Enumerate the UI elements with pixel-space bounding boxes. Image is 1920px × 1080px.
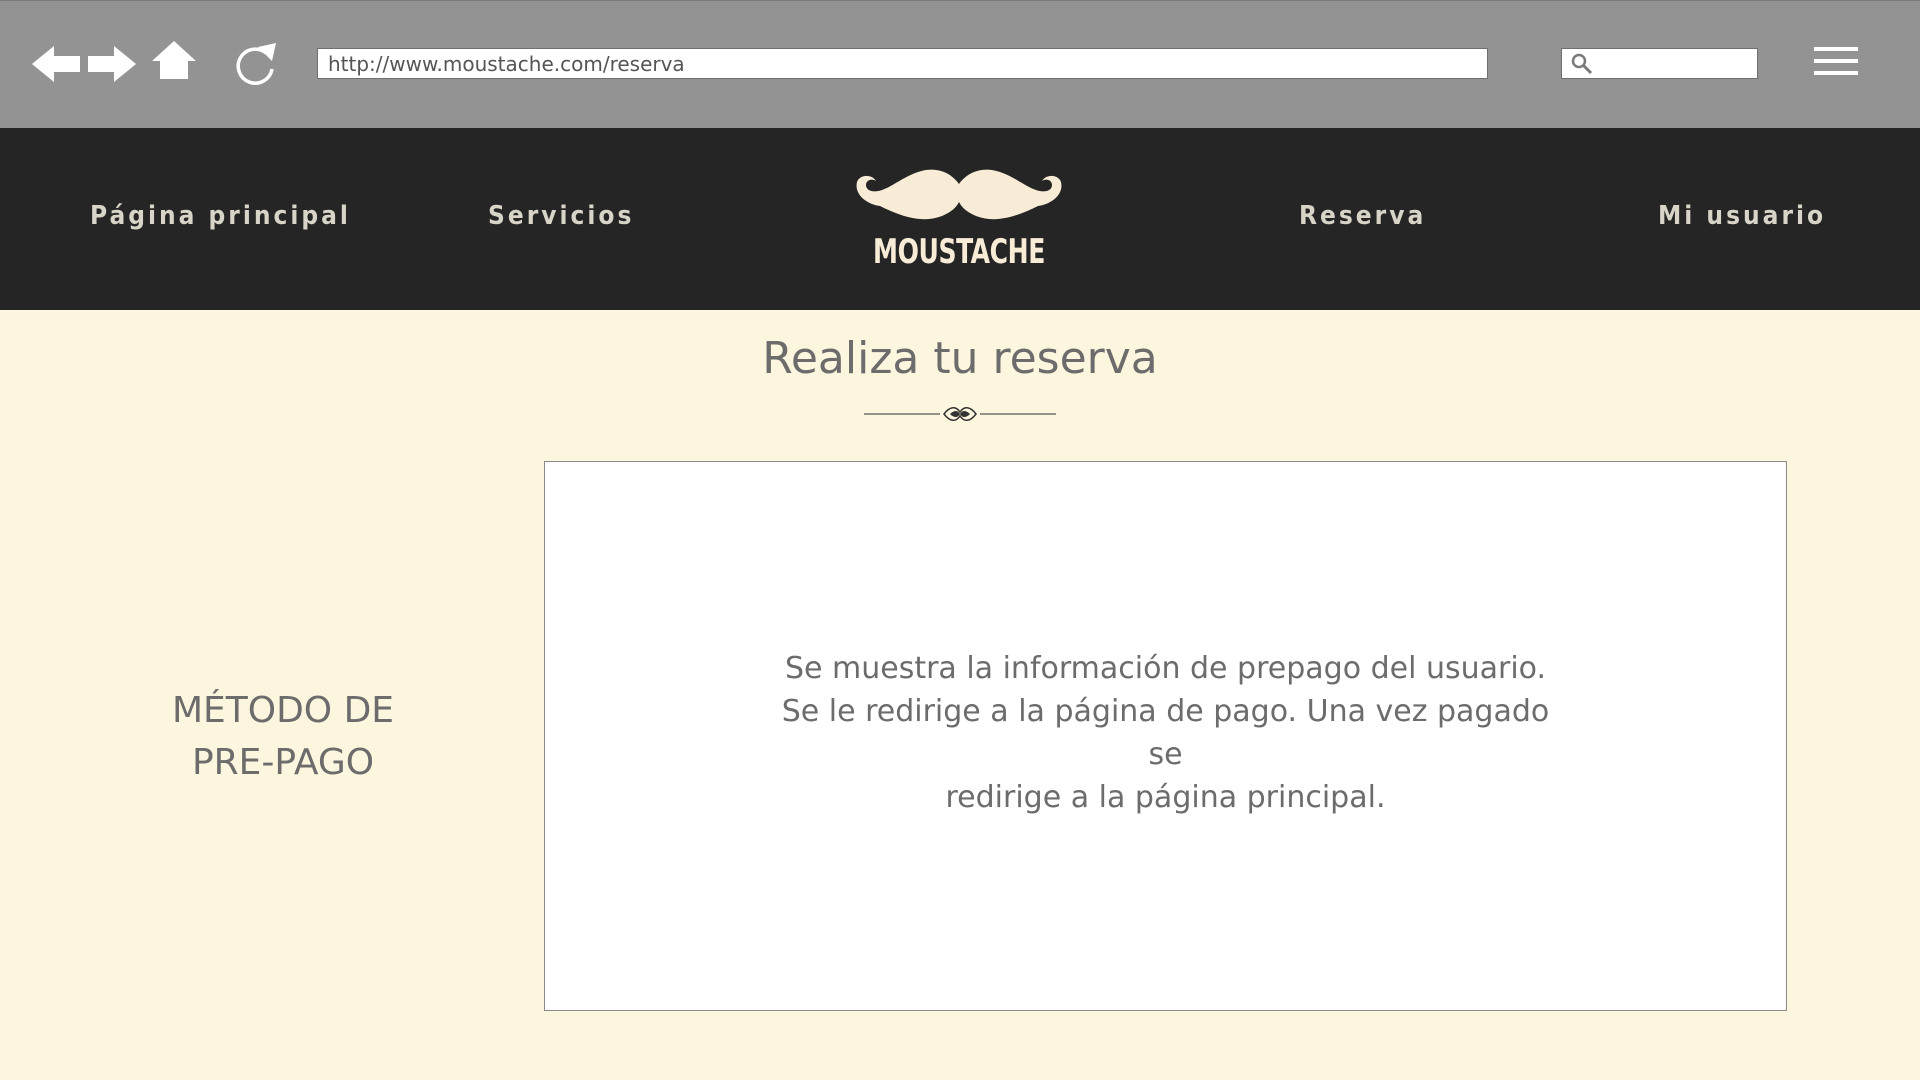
mustache-icon (856, 169, 1062, 220)
nav-home[interactable]: Página principal (90, 201, 351, 231)
hamburger-line (1814, 71, 1858, 75)
logo-text: MOUSTACHE (873, 232, 1045, 272)
nav-services[interactable]: Servicios (488, 201, 634, 231)
reload-button[interactable] (228, 39, 282, 89)
home-icon (152, 41, 196, 79)
site-header: Página principal Servicios MOUSTACHE Res… (0, 128, 1920, 310)
nav-user[interactable]: Mi usuario (1658, 201, 1826, 231)
ornament-divider-icon (864, 407, 1056, 421)
address-bar[interactable] (317, 48, 1488, 79)
page-title: Realiza tu reserva (762, 333, 1158, 384)
browser-toolbar (0, 0, 1920, 128)
home-button[interactable] (148, 39, 202, 89)
info-line: Se muestra la información de prepago del… (784, 651, 1547, 686)
back-button[interactable] (30, 39, 84, 89)
method-label-line2: PRE-PAGO (191, 742, 375, 783)
arrow-left-icon (32, 46, 80, 82)
prepay-info-text: Se muestra la información de prepago del… (766, 647, 1566, 819)
search-input[interactable] (1598, 49, 1756, 78)
arrow-right-icon (88, 46, 136, 82)
menu-button[interactable] (1814, 47, 1858, 81)
hamburger-line (1814, 59, 1858, 63)
nav-booking[interactable]: Reserva (1299, 201, 1426, 231)
forward-button[interactable] (84, 39, 138, 89)
method-label-line1: MÉTODO DE (171, 690, 395, 731)
prepay-method-label: MÉTODO DE PRE-PAGO (130, 685, 436, 789)
search-icon (1571, 53, 1593, 75)
reload-icon (236, 43, 276, 85)
site-logo[interactable]: MOUSTACHE (850, 168, 1068, 286)
info-line: redirige a la página principal. (945, 780, 1386, 815)
browser-search[interactable] (1561, 48, 1758, 79)
hamburger-icon (1814, 47, 1858, 51)
prepay-info-panel: Se muestra la información de prepago del… (544, 461, 1787, 1011)
info-line: Se le redirige a la página de pago. Una … (781, 694, 1550, 772)
